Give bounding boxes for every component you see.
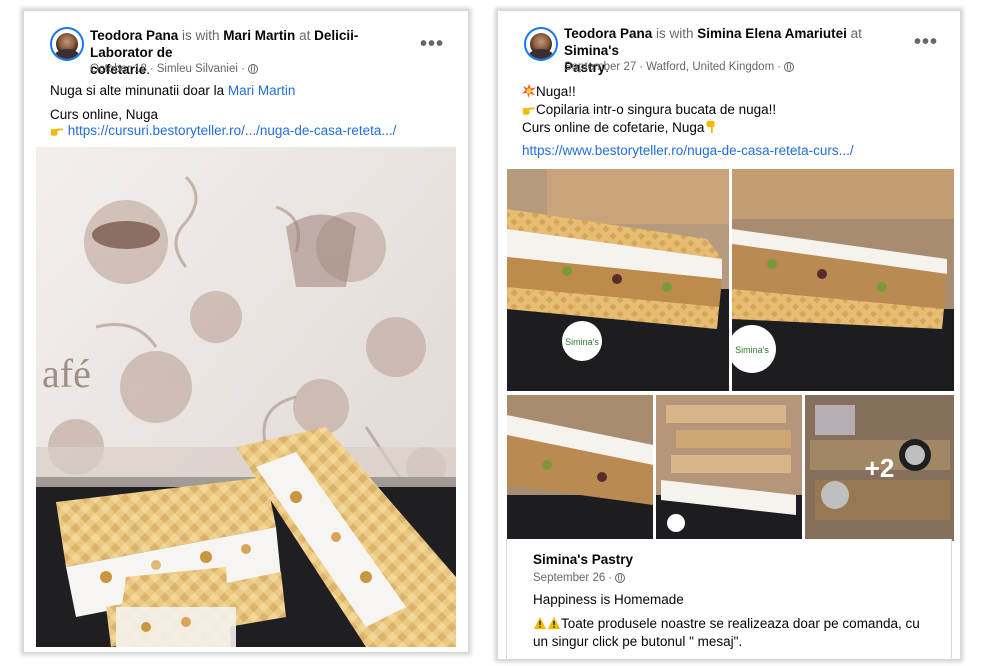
tagged-person[interactable]: Simina Elena Amariutei — [697, 26, 847, 41]
shared-post-card[interactable]: Simina's Pastry September 26 · Happiness… — [506, 539, 952, 659]
post-date[interactable]: October 18 — [90, 63, 147, 75]
with-text: is with — [178, 28, 224, 43]
globe-icon — [615, 573, 626, 583]
post-header: Teodora Pana is with Mari Martin at Deli… — [24, 11, 468, 77]
separator: · — [777, 61, 781, 73]
grid-photo-5[interactable]: +2 — [805, 395, 954, 541]
grid-photo-1[interactable]: Simina's — [507, 169, 729, 391]
separator: · — [240, 63, 245, 75]
author-avatar[interactable] — [50, 27, 84, 61]
tagged-person[interactable]: Mari Martin — [223, 28, 295, 43]
globe-icon — [784, 62, 794, 72]
packaged-nougat-photo — [656, 395, 802, 541]
post-date[interactable]: September 27 — [564, 61, 636, 73]
nougat-bar-photo: Simina's — [507, 169, 729, 391]
post-text-line1: Nuga si alte minunatii doar la Mari Mart… — [50, 82, 295, 100]
facebook-post-2: Teodora Pana is with Simina Elena Amariu… — [497, 10, 961, 660]
post-place[interactable]: Watford, United Kingdom — [646, 61, 774, 73]
course-url-link[interactable]: https://cursuri.bestoryteller.ro/.../nug… — [68, 123, 397, 138]
shared-date[interactable]: September 26 — [533, 572, 605, 584]
at-text: at — [846, 26, 862, 41]
logo: Simina's — [565, 337, 599, 347]
post-photo[interactable]: afé — [36, 147, 456, 647]
separator: · — [149, 63, 154, 75]
location-link[interactable]: Simina's — [564, 43, 619, 58]
grid-photo-2[interactable]: Simina's — [732, 169, 954, 391]
warning-icon — [533, 616, 547, 630]
shared-text: Toate produsele noastre se realizeaza do… — [561, 616, 920, 631]
post-text-line2: Copilaria intr-o singura bucata de nuga!… — [522, 101, 776, 119]
globe-icon — [247, 64, 258, 74]
author-name[interactable]: Teodora Pana — [90, 28, 178, 43]
shared-meta: September 26 · — [533, 572, 626, 584]
with-text: is with — [652, 26, 698, 41]
more-photos-overlay[interactable]: +2 — [805, 395, 954, 541]
nougat-bar-photo: Simina's — [732, 169, 954, 391]
pointing-hand-icon — [522, 107, 536, 115]
shared-text-line2: Toate produsele noastre se realizeaza do… — [533, 615, 920, 633]
pointing-down-hand-icon — [706, 120, 715, 134]
grid-photo-3[interactable] — [507, 395, 653, 541]
post-place[interactable]: Simleu Silvaniei — [157, 63, 238, 75]
mention-link[interactable]: Mari Martin — [228, 83, 296, 98]
more-options-icon[interactable]: ••• — [420, 34, 444, 54]
facebook-post-1: Teodora Pana is with Mari Martin at Deli… — [23, 10, 469, 653]
post-text: Copilaria intr-o singura bucata de nuga!… — [536, 102, 777, 117]
shared-text-line1: Happiness is Homemade — [533, 592, 684, 607]
post-text: Nuga si alte minunatii doar la — [50, 83, 228, 98]
warning-icon — [547, 616, 561, 630]
separator: · — [639, 61, 644, 73]
post-url-line: https://www.bestoryteller.ro/nuga-de-cas… — [522, 142, 854, 160]
at-text: at — [295, 28, 315, 43]
separator: · — [608, 572, 613, 584]
author-avatar[interactable] — [524, 27, 558, 61]
grid-photo-4[interactable] — [656, 395, 802, 541]
pointing-hand-icon — [50, 128, 64, 136]
post-text: Curs online de cofetarie, Nuga — [522, 120, 705, 135]
shared-text-line3: un singur click pe butonul " mesaj". — [533, 634, 743, 649]
post-meta: October 18 · Simleu Silvaniei · — [90, 63, 258, 75]
svg-text:afé: afé — [42, 351, 91, 396]
shared-page-name[interactable]: Simina's Pastry — [533, 551, 633, 569]
collision-emoji-icon — [522, 84, 536, 98]
post-header: Teodora Pana is with Simina Elena Amariu… — [498, 11, 960, 75]
post-text: Nuga!! — [536, 84, 576, 99]
nougat-bar-photo — [507, 395, 653, 541]
post-meta: September 27 · Watford, United Kingdom · — [564, 61, 794, 73]
course-url-link[interactable]: https://www.bestoryteller.ro/nuga-de-cas… — [522, 143, 854, 158]
nougat-photo-illustration: afé — [36, 147, 456, 647]
post-text-line3: Curs online de cofetarie, Nuga — [522, 119, 718, 137]
logo: Simina's — [735, 345, 769, 355]
more-options-icon[interactable]: ••• — [914, 32, 938, 52]
author-name[interactable]: Teodora Pana — [564, 26, 652, 41]
post-text-line1: Nuga!! — [522, 83, 576, 101]
post-url-line: https://cursuri.bestoryteller.ro/.../nug… — [50, 122, 396, 140]
